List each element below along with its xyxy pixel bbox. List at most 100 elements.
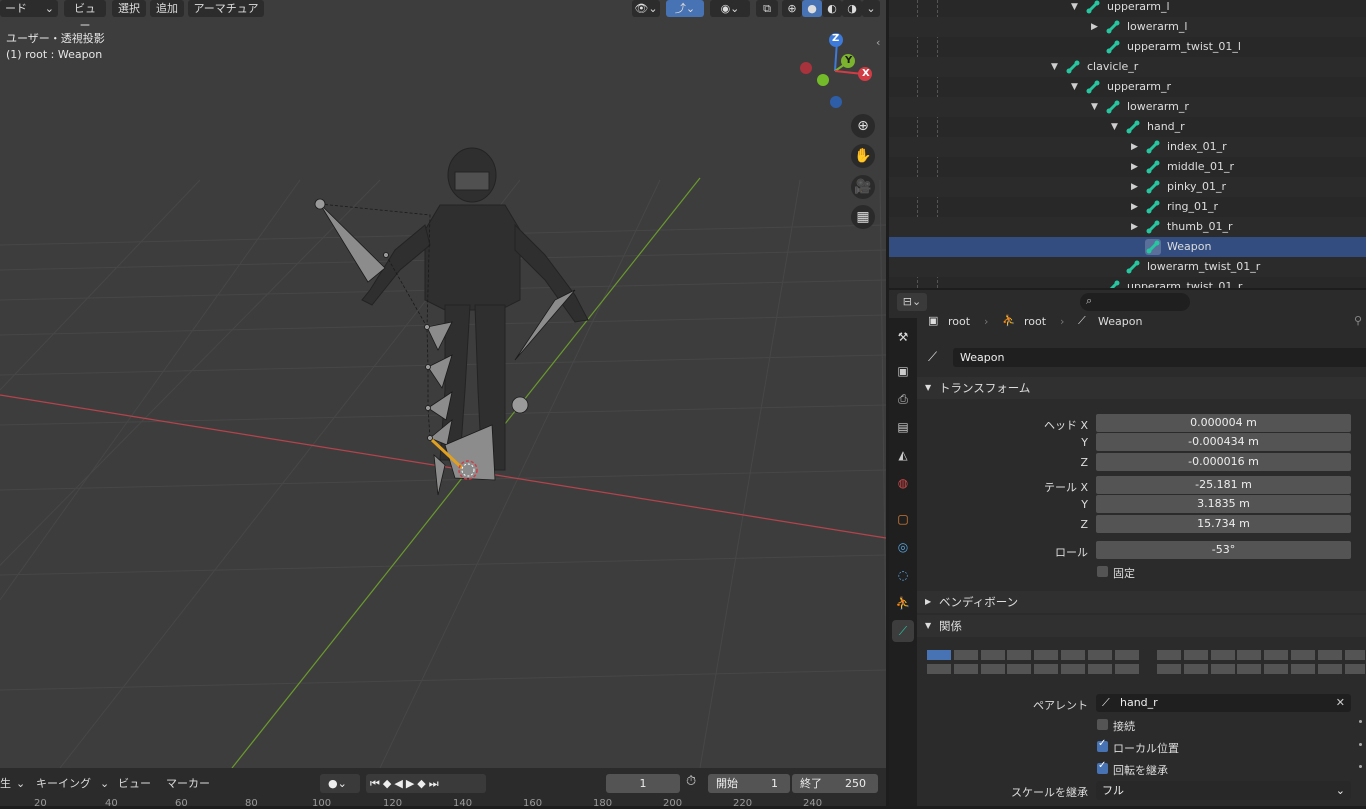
xray-toggle-icon[interactable]: ⧉ [756,0,778,17]
pin-icon[interactable]: ⚲ [1354,314,1362,327]
chevron-right-icon[interactable]: ▶ [1091,17,1098,37]
bone-layer-toggle[interactable] [1263,663,1290,675]
tail-y-field[interactable]: 3.1835 m [1096,495,1351,513]
bone-layer-toggle[interactable] [1290,649,1316,661]
playback-menu[interactable]: 生 ⌄ [0,774,30,793]
property-search-input[interactable]: ⌕ [1080,293,1190,311]
tab-armature-data[interactable]: ⛹ [892,592,914,614]
bone-layer-toggle[interactable] [979,649,1006,661]
outliner-row[interactable]: ▶ middle_01_r [889,157,1366,177]
tab-modifiers[interactable]: ◎ [892,536,914,558]
chevron-right-icon[interactable]: ▶ [1131,157,1138,177]
marker-menu[interactable]: マーカー [166,774,210,793]
tab-object[interactable]: ▢ [892,508,914,530]
menu-armature[interactable]: アーマチュア [188,0,264,17]
chevron-right-icon[interactable]: ▶ [1131,197,1138,217]
outliner-row[interactable]: ▶ thumb_01_r [889,217,1366,237]
keying-menu[interactable]: キーイング ⌄ [36,774,110,793]
outliner-row[interactable]: ▼ hand_r [889,117,1366,137]
inherit-scale-dropdown[interactable]: フル ⌄ [1096,781,1351,800]
menu-view[interactable]: ビュー [64,0,106,32]
head-z-field[interactable]: -0.000016 m [1096,453,1351,471]
tail-z-field[interactable]: 15.734 m [1096,515,1351,533]
bone-layer-toggle[interactable] [979,663,1006,675]
gizmo-toggle-icon[interactable]: ⤴⌄ [666,0,704,17]
bone-layer-toggle[interactable] [926,663,952,675]
outliner-row[interactable]: ▼ upperarm_l [889,0,1366,17]
current-frame-field[interactable]: 1 [606,774,680,793]
menu-add[interactable]: 追加 [150,0,184,17]
sidebar-toggle-icon[interactable]: ‹ [876,36,880,49]
bone-layer-toggle[interactable] [1060,649,1086,661]
wireframe-shading-icon[interactable]: ⊕ [782,0,802,17]
parent-field[interactable]: ⟋ hand_r ✕ [1096,694,1351,712]
bone-layer-toggle[interactable] [1006,649,1033,661]
outliner-row[interactable]: ▶ index_01_r [889,137,1366,157]
bone-layer-toggle[interactable] [1316,649,1343,661]
visibility-icon[interactable]: 👁⌄ [632,0,660,17]
bone-layer-toggle[interactable] [1156,649,1182,661]
bone-layer-toggle[interactable] [1182,649,1209,661]
outliner-row[interactable]: ▶ lowerarm_l [889,17,1366,37]
tab-tool[interactable]: ⚒ [892,326,914,348]
shading-options-icon[interactable]: ⌄ [862,0,880,17]
editor-type-icon[interactable]: ⊟⌄ [897,293,927,311]
rendered-shading-icon[interactable]: ◑ [842,0,862,17]
bendy-bones-panel-header[interactable]: ▶ ベンディボーン [917,591,1366,613]
outliner-row[interactable]: upperarm_twist_01_r [889,277,1366,288]
bone-layer-toggle[interactable] [1343,649,1366,661]
chevron-down-icon[interactable]: ▼ [1051,57,1058,77]
pan-hand-icon[interactable]: ✋ [851,144,875,168]
bone-layer-toggle[interactable] [1209,663,1236,675]
bone-layer-toggle[interactable] [1033,663,1060,675]
material-shading-icon[interactable]: ◐ [822,0,842,17]
close-icon[interactable]: ✕ [1336,694,1345,712]
chevron-down-icon[interactable]: ▼ [1071,0,1078,17]
chevron-down-icon[interactable]: ▼ [1091,97,1098,117]
tab-scene[interactable]: ◭ [892,444,914,466]
mode-dropdown[interactable]: ード ⌄ [0,0,58,17]
chevron-right-icon[interactable]: ▶ [1131,137,1138,157]
inherit-rotation-checkbox[interactable] [1097,760,1108,774]
chevron-down-icon[interactable]: ▼ [1111,117,1118,137]
timeline-view-menu[interactable]: ビュー [118,774,151,793]
outliner-row[interactable]: ▶ ring_01_r [889,197,1366,217]
tab-physics[interactable]: ◌ [892,564,914,586]
bone-layer-toggle[interactable] [1236,649,1263,661]
outliner-row[interactable]: ▼ lowerarm_r [889,97,1366,117]
outliner-row[interactable]: upperarm_twist_01_l [889,37,1366,57]
bone-layer-toggle[interactable] [1316,663,1343,675]
zoom-icon[interactable]: ⊕ [851,114,875,138]
chevron-right-icon[interactable]: ▶ [1131,177,1138,197]
frame-start-field[interactable]: 開始 1 [708,774,790,793]
outliner-row[interactable]: ▼ upperarm_r [889,77,1366,97]
overlay-toggle-icon[interactable]: ◉⌄ [710,0,750,17]
bone-layer-toggle[interactable] [1086,649,1113,661]
bone-layer-toggle[interactable] [1209,649,1236,661]
outliner[interactable]: ▼ upperarm_l ▶ lowerarm_l upperarm_twist_01_… [889,0,1366,288]
outliner-row[interactable]: lowerarm_twist_01_r [889,257,1366,277]
outliner-row[interactable]: ▼ clavicle_r [889,57,1366,77]
bone-layer-toggle[interactable] [1033,649,1060,661]
frame-end-field[interactable]: 終了 250 [792,774,878,793]
playback-controls[interactable]: ⏮◆◀▶◆⏭ [366,774,486,793]
bone-name-field[interactable]: Weapon [953,348,1366,367]
tab-world[interactable]: ◍ [892,472,914,494]
tab-output[interactable]: ⎙ [892,388,914,410]
bone-layer-toggle[interactable] [952,649,979,661]
stopwatch-icon[interactable]: ⏱ [686,774,696,789]
head-x-field[interactable]: 0.000004 m [1096,414,1351,432]
bone-layer-toggle[interactable] [1290,663,1316,675]
bone-layer-toggle[interactable] [1113,649,1140,661]
bone-layer-toggle[interactable] [952,663,979,675]
connected-checkbox[interactable] [1097,719,1108,730]
bone-layer-toggle[interactable] [1182,663,1209,675]
bone-layer-toggle[interactable] [1343,663,1366,675]
tab-view-layer[interactable]: ▤ [892,416,914,438]
bone-layer-toggle[interactable] [1236,663,1263,675]
chevron-right-icon[interactable]: ▶ [1131,217,1138,237]
tab-bone[interactable]: ⟋ [892,620,914,642]
local-location-checkbox[interactable] [1097,738,1108,752]
bone-layer-toggle[interactable] [1156,663,1182,675]
bone-layer-toggle[interactable] [926,649,952,661]
